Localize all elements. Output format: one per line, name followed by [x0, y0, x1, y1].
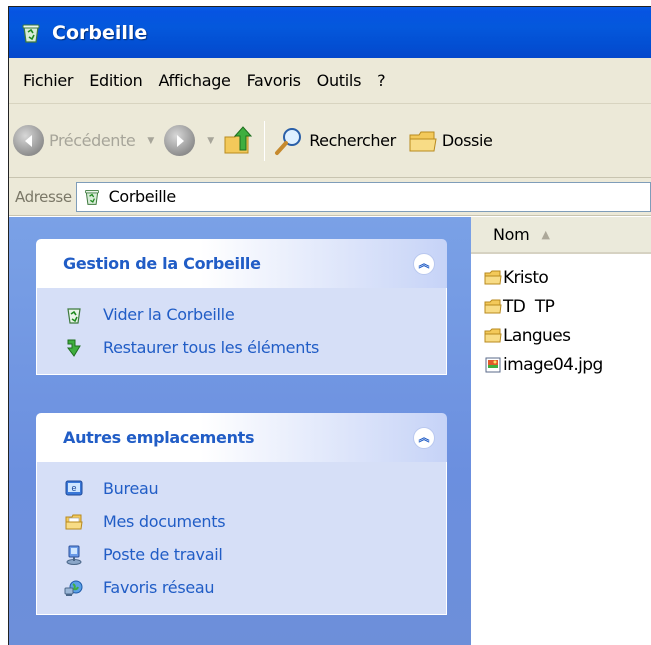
- group-other-places: Autres emplacements ︽ e Bureau Mes docum…: [36, 413, 447, 615]
- group-header[interactable]: Autres emplacements ︽: [36, 413, 447, 462]
- search-button[interactable]: Rechercher: [273, 121, 396, 161]
- group-title: Autres emplacements: [63, 428, 255, 447]
- file-name: image04.jpg: [503, 354, 603, 375]
- task-label: Vider la Corbeille: [103, 305, 235, 324]
- file-name: Kristo: [503, 267, 549, 288]
- network-places-icon: [64, 580, 83, 596]
- place-desktop[interactable]: e Bureau: [64, 472, 446, 505]
- menu-fichier[interactable]: Fichier: [15, 71, 81, 90]
- group-recycle-tasks: Gestion de la Corbeille ︽ Vider la Corbe…: [36, 239, 447, 375]
- explorer-window: Corbeille Fichier Edition Affichage Favo…: [8, 6, 651, 645]
- back-button[interactable]: Précédente: [13, 121, 136, 161]
- recycle-bin-icon: [22, 24, 40, 43]
- place-label: Mes documents: [103, 512, 226, 531]
- task-label: Restaurer tous les éléments: [103, 338, 320, 357]
- task-pane: Gestion de la Corbeille ︽ Vider la Corbe…: [9, 217, 471, 645]
- column-header-name[interactable]: Nom ▲: [471, 217, 651, 254]
- file-name: Langues: [503, 325, 571, 346]
- file-list: Nom ▲ Kristo TD TP Langues image04.jpg: [471, 217, 651, 645]
- folders-label: Dossie: [441, 131, 493, 150]
- address-value: Corbeille: [108, 187, 177, 206]
- group-header[interactable]: Gestion de la Corbeille ︽: [36, 239, 447, 288]
- folder-icon: [484, 270, 502, 284]
- empty-recycle-bin-icon: [67, 307, 81, 324]
- forward-arrow-icon: [164, 125, 196, 156]
- task-restore-all[interactable]: Restaurer tous les éléments: [64, 331, 446, 364]
- recycle-bin-icon: [84, 189, 99, 205]
- window-title: Corbeille: [52, 21, 148, 44]
- menu-edition[interactable]: Edition: [81, 71, 150, 90]
- desktop-icon: e: [65, 480, 83, 495]
- file-item-image[interactable]: image04.jpg: [471, 350, 651, 379]
- menu-favoris[interactable]: Favoris: [239, 71, 309, 90]
- sort-ascending-icon: ▲: [541, 228, 550, 241]
- up-folder-button[interactable]: [222, 121, 256, 161]
- task-empty-recycle-bin[interactable]: Vider la Corbeille: [64, 298, 446, 331]
- folder-icon: [484, 328, 502, 342]
- folders-icon: [409, 131, 437, 151]
- menu-outils[interactable]: Outils: [309, 71, 369, 90]
- menu-help[interactable]: ?: [369, 71, 393, 90]
- my-computer-icon: [66, 545, 82, 565]
- place-network-places[interactable]: Favoris réseau: [64, 571, 446, 604]
- place-my-computer[interactable]: Poste de travail: [64, 538, 446, 571]
- file-item-folder[interactable]: Kristo: [471, 263, 651, 292]
- group-title: Gestion de la Corbeille: [63, 254, 261, 273]
- svg-text:e: e: [71, 483, 76, 493]
- collapse-chevron-icon[interactable]: ︽: [413, 252, 435, 275]
- toolbar-separator: [264, 120, 266, 161]
- file-item-folder[interactable]: TD TP: [471, 292, 651, 321]
- column-header-label: Nom: [493, 225, 530, 244]
- collapse-chevron-icon[interactable]: ︽: [413, 426, 435, 449]
- folder-icon: [484, 299, 502, 313]
- file-name: TD TP: [503, 296, 555, 317]
- address-input[interactable]: Corbeille: [75, 181, 651, 212]
- address-bar: Adresse Corbeille: [9, 178, 651, 216]
- place-label: Favoris réseau: [103, 578, 215, 597]
- restore-icon: [67, 339, 81, 357]
- up-folder-icon: [224, 125, 253, 153]
- search-icon: [275, 127, 302, 155]
- back-arrow-icon: [13, 125, 44, 156]
- folders-button[interactable]: Dossie: [408, 121, 493, 161]
- back-label: Précédente: [49, 131, 136, 150]
- toolbar: Précédente ▼ ▼ Rechercher Dossie: [9, 104, 651, 178]
- back-dropdown-icon[interactable]: ▼: [147, 136, 154, 146]
- place-label: Poste de travail: [103, 545, 223, 564]
- forward-button[interactable]: [164, 121, 196, 161]
- group-body: e Bureau Mes documents Poste de travail …: [36, 462, 447, 615]
- title-bar[interactable]: Corbeille: [9, 7, 651, 58]
- group-body: Vider la Corbeille Restaurer tous les él…: [36, 288, 447, 375]
- menu-bar: Fichier Edition Affichage Favoris Outils…: [9, 58, 651, 104]
- place-label: Bureau: [103, 479, 159, 498]
- file-item-folder[interactable]: Langues: [471, 321, 651, 350]
- my-documents-icon: [65, 514, 83, 529]
- address-label: Adresse: [15, 187, 72, 206]
- place-my-documents[interactable]: Mes documents: [64, 505, 446, 538]
- forward-dropdown-icon[interactable]: ▼: [207, 136, 214, 146]
- image-file-icon: [485, 357, 501, 372]
- search-label: Rechercher: [309, 131, 396, 150]
- menu-affichage[interactable]: Affichage: [150, 71, 238, 90]
